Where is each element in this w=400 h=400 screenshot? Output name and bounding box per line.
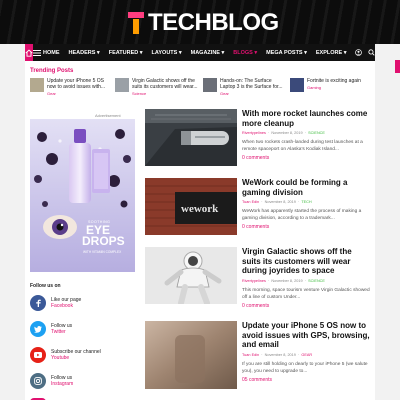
post-category[interactable]: SCIENCE <box>308 131 325 135</box>
social-network[interactable]: Instagram <box>51 381 73 387</box>
trending-item-title: Hands-on: The Surface Laptop 3 is the Su… <box>220 78 283 90</box>
post-thumbnail[interactable] <box>145 247 237 304</box>
trending-item-category[interactable]: Gear <box>220 91 286 96</box>
follow-us-title: Follow us on <box>30 283 61 289</box>
trending-item-category[interactable]: Gear <box>47 91 113 96</box>
post-title[interactable]: WeWork could be forming a gaming divisio… <box>242 178 372 197</box>
trending-title: Trending Posts <box>30 68 74 74</box>
page: TECHBLOG HOME HEADERS ▾ FEATURED ▾ LAYOU… <box>0 0 400 400</box>
nav-item-explore[interactable]: EXPLORE ▾ <box>316 50 347 56</box>
twitter-icon <box>30 321 46 337</box>
post-author[interactable]: Rivertypelines <box>242 131 266 135</box>
instagram-icon <box>30 373 46 389</box>
post-excerpt: This morning, space tourism venture Virg… <box>242 287 370 300</box>
ad-headline-line-2: DROPS <box>82 234 125 248</box>
svg-text:wework: wework <box>181 203 219 215</box>
trending-posts: Trending Posts Update your iPhone 5 OS n… <box>25 61 375 109</box>
post-meta: Rivertypelines · November 8, 2019 · SCIE… <box>242 131 325 135</box>
post-comments[interactable]: 0 comments <box>242 303 372 309</box>
post-excerpt: WeWork has apparently started the proces… <box>242 209 362 221</box>
site-logo[interactable]: TECHBLOG <box>128 8 279 38</box>
nav-item-layouts[interactable]: LAYOUTS ▾ <box>152 50 182 56</box>
post-thumbnail[interactable]: wework <box>145 178 237 235</box>
nav-item-mega-posts[interactable]: MEGA POSTS ▾ <box>266 50 307 56</box>
post-author[interactable]: Tuan Edin <box>242 353 259 357</box>
post-date: November 8, 2019 <box>264 200 296 204</box>
post-date: November 8, 2019 <box>271 131 303 135</box>
home-button[interactable] <box>25 44 33 61</box>
home-icon <box>25 49 33 57</box>
post-thumbnail[interactable] <box>145 109 237 166</box>
trending-item-category[interactable]: Gaming <box>307 85 373 90</box>
post-excerpt: When two rockets crash-landed during tes… <box>242 140 363 152</box>
main-content: Advertisement SOOTHING EYE DROPS WITH VI… <box>25 109 375 400</box>
social-twitter[interactable]: Follow us Twitter <box>30 321 72 337</box>
nav-item-home[interactable]: HOME <box>43 50 60 56</box>
post-title[interactable]: Update your iPhone 5 OS now to avoid iss… <box>242 321 372 350</box>
search-icon[interactable] <box>368 49 376 56</box>
trending-item-title: Update your iPhone 5 OS now to avoid iss… <box>47 78 106 90</box>
ad-tagline: WITH VITAMIN COMPLEX <box>83 250 122 254</box>
post-category[interactable]: TECH <box>301 200 311 204</box>
logo-text: TECHBLOG <box>148 9 279 36</box>
post-card[interactable]: Virgin Galactic shows off the suits its … <box>145 247 370 322</box>
trending-item[interactable]: Fortnite is exciting again Gaming <box>290 78 373 100</box>
nav-item-magazine[interactable]: MAGAZINE ▾ <box>191 50 225 56</box>
nav-item-headers[interactable]: HEADERS ▾ <box>69 50 100 56</box>
nav-item-blogs[interactable]: BLOGS ▾ <box>233 50 257 56</box>
post-comments[interactable]: 0 comments <box>242 224 372 230</box>
menu-button[interactable] <box>33 44 41 61</box>
trending-thumbnail <box>30 78 44 92</box>
site-header: TECHBLOG <box>0 0 400 44</box>
post-card[interactable]: With more rocket launches come more clea… <box>145 109 370 177</box>
social-network[interactable]: Twitter <box>51 329 72 335</box>
ad-label: Advertisement <box>95 113 121 118</box>
trending-item-category[interactable]: Science <box>132 91 198 96</box>
post-meta: Rivertypelines · November 8, 2019 · SCIE… <box>242 278 325 283</box>
post-date: November 8, 2019 <box>271 278 303 283</box>
post-excerpt: If you are still holding on dearly to yo… <box>242 361 368 374</box>
post-author[interactable]: Rivertypelines <box>242 279 266 283</box>
post-title[interactable]: Virgin Galactic shows off the suits its … <box>242 247 372 276</box>
trending-item[interactable]: Virgin Galactic shows off the suits its … <box>115 78 198 100</box>
logo-mark-icon <box>128 12 144 34</box>
post-meta: Tuan Edin · November 8, 2019 · GEAR <box>242 352 313 357</box>
main-nav: HOME HEADERS ▾ FEATURED ▾ LAYOUTS ▾ MAGA… <box>25 44 376 61</box>
side-tab[interactable] <box>395 60 400 73</box>
post-category[interactable]: GEAR <box>301 353 312 357</box>
post-category[interactable]: SCIENCE <box>308 279 325 283</box>
nav-items: HOME HEADERS ▾ FEATURED ▾ LAYOUTS ▾ MAGA… <box>43 50 355 56</box>
nav-actions <box>355 49 379 56</box>
trending-item[interactable]: Hands-on: The Surface Laptop 3 is the Su… <box>203 78 286 100</box>
social-network[interactable]: Youtube <box>51 355 101 361</box>
post-comments[interactable]: 0 comments <box>242 155 372 161</box>
youtube-icon <box>30 347 46 363</box>
post-author[interactable]: Tuan Edin <box>242 200 259 204</box>
trending-thumbnail <box>115 78 129 92</box>
social-facebook[interactable]: Like our page Facebook <box>30 295 81 311</box>
trending-thumbnail <box>290 78 304 92</box>
social-youtube[interactable]: Subscribe our channel Youtube <box>30 347 101 363</box>
post-card[interactable]: Update your iPhone 5 OS now to avoid iss… <box>145 321 370 397</box>
post-card[interactable]: wework WeWork could be forming a gaming … <box>145 178 370 246</box>
post-title[interactable]: With more rocket launches come more clea… <box>242 109 372 128</box>
trending-item-title: Fortnite is exciting again <box>307 78 361 84</box>
trending-item-title: Virgin Galactic shows off the suits its … <box>132 78 198 90</box>
hamburger-icon <box>33 49 41 56</box>
social-network[interactable]: Facebook <box>51 303 81 309</box>
post-comments[interactable]: 05 comments <box>242 377 372 383</box>
social-instagram[interactable]: Follow us Instagram <box>30 373 73 389</box>
post-thumbnail[interactable] <box>145 321 237 389</box>
user-icon[interactable] <box>355 49 363 56</box>
trending-item[interactable]: Update your iPhone 5 OS now to avoid iss… <box>30 78 113 100</box>
nav-item-featured[interactable]: FEATURED ▾ <box>109 50 143 56</box>
advertisement-banner[interactable]: SOOTHING EYE DROPS WITH VITAMIN COMPLEX <box>30 119 135 272</box>
post-date: November 8, 2019 <box>264 352 296 357</box>
post-meta: Tuan Edin · November 8, 2019 · TECH <box>242 200 312 204</box>
trending-thumbnail <box>203 78 217 92</box>
facebook-icon <box>30 295 46 311</box>
